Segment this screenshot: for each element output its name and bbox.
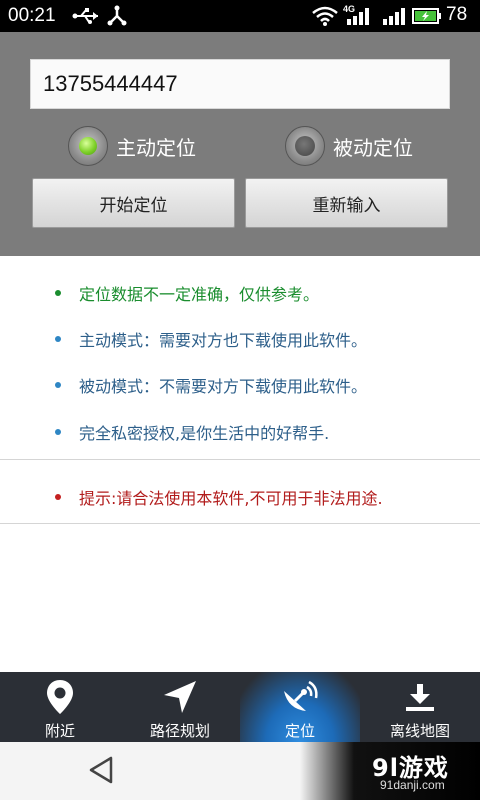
radio-active-mode[interactable]: 主动定位 [68, 126, 196, 166]
radio-button-icon[interactable] [68, 126, 108, 166]
battery-icon [412, 8, 442, 28]
bullet-icon [55, 336, 61, 342]
radio-passive-label: 被动定位 [333, 135, 413, 160]
bullet-icon [55, 429, 61, 435]
start-locate-button[interactable]: 开始定位 [32, 178, 235, 228]
radio-unselected-dot [295, 136, 315, 156]
radio-passive-mode[interactable]: 被动定位 [285, 126, 413, 166]
bullet-icon [55, 494, 61, 500]
radio-button-icon[interactable] [285, 126, 325, 166]
radio-active-label: 主动定位 [116, 135, 196, 160]
info-item: 主动模式：需要对方也下载使用此软件。 [55, 327, 367, 351]
info-item: 被动模式：不需要对方下载使用此软件。 [55, 373, 367, 397]
nav-label: 附近 [44, 722, 75, 740]
back-icon[interactable] [86, 754, 118, 790]
info-item: 定位数据不一定准确，仅供参考。 [55, 281, 319, 305]
info-text: 被动模式：不需要对方下载使用此软件。 [79, 377, 368, 396]
status-time: 00:21 [8, 5, 56, 26]
reset-input-button[interactable]: 重新输入 [245, 178, 448, 228]
status-bar: 00:21 4G 78 [0, 0, 480, 32]
nav-item-locate[interactable]: 定位 [240, 672, 360, 742]
locate-form-panel: 主动定位 被动定位 开始定位 重新输入 [0, 32, 480, 256]
bottom-nav: 附近 路径规划 定位 离线地图 [0, 672, 480, 742]
location-pin-icon [46, 678, 74, 716]
warning-text: 提示:请合法使用本软件,不可用于非法用途. [79, 489, 383, 508]
nav-item-offline-map[interactable]: 离线地图 [360, 672, 480, 742]
nav-label: 路径规划 [149, 722, 210, 740]
nav-label: 离线地图 [389, 722, 450, 740]
divider [0, 459, 480, 460]
bullet-icon [55, 290, 61, 296]
info-item: 完全私密授权,是你生活中的好帮手. [55, 420, 329, 444]
wifi-icon [312, 6, 338, 30]
nav-label: 定位 [284, 722, 315, 740]
download-icon [402, 678, 438, 716]
satellite-dish-icon [280, 678, 320, 716]
signal-icon [381, 7, 407, 29]
phone-number-input[interactable] [30, 59, 450, 109]
radio-selected-dot [79, 137, 97, 155]
info-text: 完全私密授权,是你生活中的好帮手. [79, 424, 330, 443]
nav-item-nearby[interactable]: 附近 [0, 672, 120, 742]
signal-icon [345, 7, 371, 29]
bullet-icon [55, 382, 61, 388]
nav-item-route-planning[interactable]: 路径规划 [120, 672, 240, 742]
usb-icon [72, 7, 100, 29]
watermark-site: 91danji.com [380, 778, 445, 792]
battery-level: 78 [446, 4, 468, 25]
divider [0, 523, 480, 524]
info-text: 主动模式：需要对方也下载使用此软件。 [79, 331, 368, 350]
warning-item: 提示:请合法使用本软件,不可用于非法用途. [55, 485, 383, 509]
share-icon [106, 5, 128, 31]
info-text: 定位数据不一定准确，仅供参考。 [79, 285, 320, 304]
navigation-arrow-icon [162, 678, 198, 716]
